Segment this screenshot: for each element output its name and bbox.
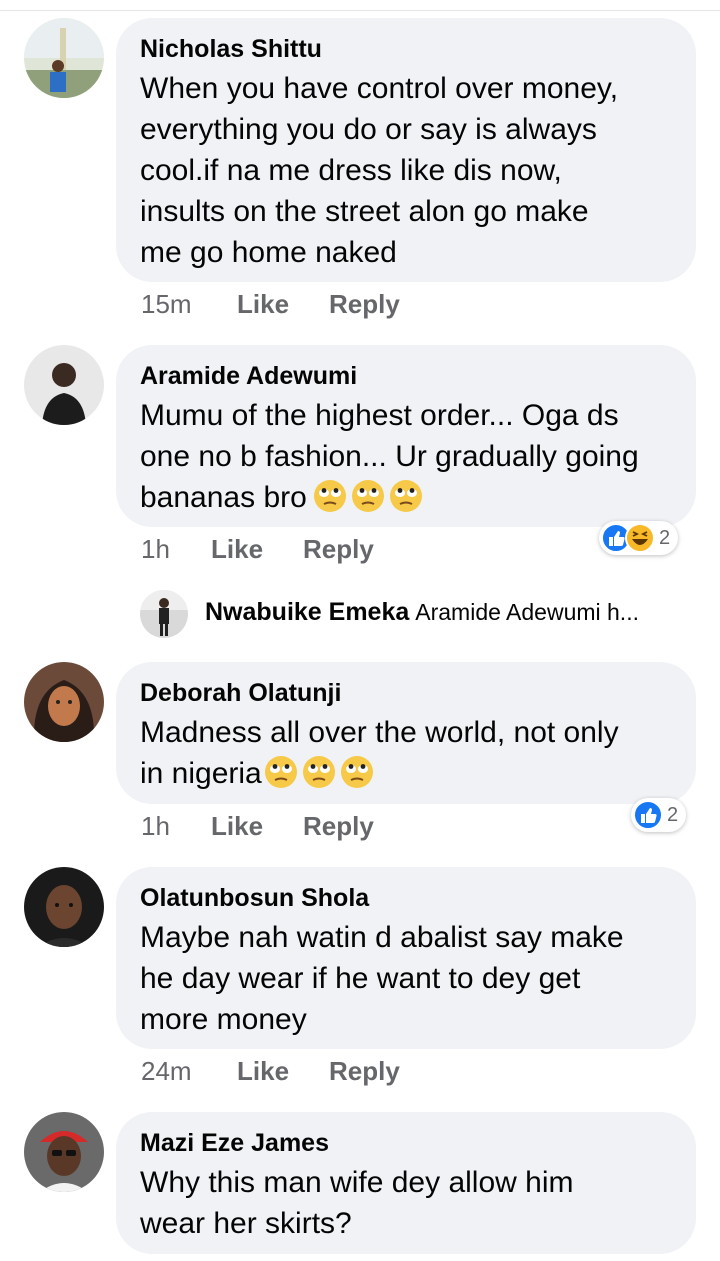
- reply-button[interactable]: Reply: [329, 1056, 400, 1087]
- rolling-eyes-emoji-icon: [340, 755, 374, 789]
- comment-line: Why this man wife dey allow him: [140, 1166, 574, 1199]
- comment-time: 15m: [141, 289, 192, 319]
- comment-time: 1h: [141, 811, 170, 841]
- rolling-eyes-emoji-icon: [264, 755, 298, 789]
- comment-text: Mumu of the highest order... Oga ds one …: [140, 395, 672, 518]
- haha-reaction-icon: [625, 523, 655, 553]
- comment-line-text: bananas bro: [140, 481, 307, 514]
- comment-time: 1h: [141, 534, 170, 564]
- comment-author[interactable]: Aramide Adewumi: [140, 361, 672, 391]
- comment-line: bananas bro: [140, 477, 672, 518]
- top-divider: [0, 10, 720, 11]
- reply-button[interactable]: Reply: [303, 534, 374, 565]
- avatar[interactable]: [24, 345, 104, 425]
- reply-button[interactable]: Reply: [329, 289, 400, 320]
- comment-bubble: Olatunbosun Shola Maybe nah watin d abal…: [116, 867, 696, 1049]
- comment-text: Why this man wife dey allow him wear her…: [140, 1162, 672, 1244]
- comment-author[interactable]: Nicholas Shittu: [140, 34, 672, 64]
- comment-actions: 24m Like Reply: [141, 1056, 400, 1087]
- like-button[interactable]: Like: [211, 534, 303, 565]
- comment-author[interactable]: Mazi Eze James: [140, 1128, 672, 1158]
- reply-author[interactable]: Nwabuike Emeka: [205, 598, 409, 626]
- comment-actions: 1h Like Reply: [141, 811, 374, 842]
- comment-author[interactable]: Olatunbosun Shola: [140, 883, 672, 913]
- reply-button[interactable]: Reply: [303, 811, 374, 842]
- reaction-count: 2: [659, 526, 671, 549]
- comment-line: insults on the street alon go make: [140, 195, 589, 228]
- comment-line: one no b fashion... Ur gradually going: [140, 440, 639, 473]
- comment-time: 24m: [141, 1056, 192, 1086]
- comment-bubble: Deborah Olatunji Madness all over the wo…: [116, 662, 696, 804]
- comment-line: When you have control over money,: [140, 72, 619, 105]
- reply-preview[interactable]: Nwabuike Emeka Aramide Adewumi h...: [205, 598, 639, 627]
- comment-line: more money: [140, 1003, 307, 1036]
- comment-bubble: Nicholas Shittu When you have control ov…: [116, 18, 696, 282]
- comment-actions: 15m Like Reply: [141, 289, 400, 320]
- comment-text: Maybe nah watin d abalist say make he da…: [140, 917, 672, 1040]
- comment-bubble: Mazi Eze James Why this man wife dey all…: [116, 1112, 696, 1254]
- avatar[interactable]: [24, 867, 104, 947]
- comment-line: Mumu of the highest order... Oga ds: [140, 399, 619, 432]
- comment-text: Madness all over the world, not only in …: [140, 712, 672, 794]
- comment-line: everything you do or say is always: [140, 113, 597, 146]
- comment-line: me go home naked: [140, 236, 397, 269]
- rolling-eyes-emoji-icon: [389, 479, 423, 513]
- rolling-eyes-emoji-icon: [313, 479, 347, 513]
- like-reaction-icon: [633, 800, 663, 830]
- comment-line: he day wear if he want to dey get: [140, 962, 581, 995]
- reaction-summary[interactable]: 2: [599, 521, 679, 555]
- comment-text: When you have control over money, everyt…: [140, 68, 672, 273]
- reaction-summary[interactable]: 2: [631, 798, 687, 832]
- rolling-eyes-emoji-icon: [302, 755, 336, 789]
- like-button[interactable]: Like: [237, 1056, 329, 1087]
- comment-actions: 1h Like Reply: [141, 534, 374, 565]
- comment-line: cool.if na me dress like dis now,: [140, 154, 562, 187]
- reply-text: Aramide Adewumi h...: [415, 599, 639, 625]
- avatar[interactable]: [24, 662, 104, 742]
- like-button[interactable]: Like: [237, 289, 329, 320]
- comment-line: Maybe nah watin d abalist say make: [140, 921, 624, 954]
- like-button[interactable]: Like: [211, 811, 303, 842]
- comment-author[interactable]: Deborah Olatunji: [140, 678, 672, 708]
- comment-line-text: in nigeria: [140, 757, 262, 790]
- avatar[interactable]: [24, 1112, 104, 1192]
- avatar[interactable]: [24, 18, 104, 98]
- rolling-eyes-emoji-icon: [351, 479, 385, 513]
- comment-line: in nigeria: [140, 753, 672, 794]
- avatar[interactable]: [140, 590, 188, 638]
- comment-bubble: Aramide Adewumi Mumu of the highest orde…: [116, 345, 696, 527]
- comment-line: Madness all over the world, not only: [140, 716, 619, 749]
- reaction-count: 2: [667, 803, 679, 826]
- comment-line: wear her skirts?: [140, 1207, 352, 1240]
